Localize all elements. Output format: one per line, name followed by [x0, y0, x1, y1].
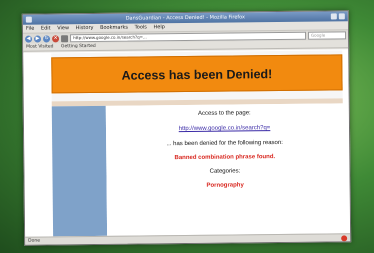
menu-tools[interactable]: Tools — [135, 24, 147, 30]
category-value: Pornography — [206, 182, 244, 189]
menu-edit[interactable]: Edit — [41, 25, 51, 31]
bookmark-most-visited[interactable]: Most Visited — [26, 44, 53, 49]
status-alert-icon — [341, 235, 348, 242]
back-icon[interactable]: ◀ — [25, 35, 33, 43]
menu-help[interactable]: Help — [153, 24, 164, 30]
stop-icon[interactable]: ✕ — [52, 34, 60, 42]
access-label: Access to the page: — [197, 110, 251, 117]
categories-label: Categories: — [209, 168, 241, 175]
minimize-icon[interactable] — [330, 13, 337, 20]
menu-history[interactable]: History — [76, 25, 94, 31]
status-text: Done — [28, 238, 41, 244]
browser-window: DansGuardian - Access Denied! - Mozilla … — [21, 10, 352, 246]
denied-text: ... has been denied for the following re… — [166, 139, 283, 148]
search-input[interactable]: Google — [307, 31, 347, 40]
main-message: Access to the page: http://www.google.co… — [105, 103, 345, 236]
menu-view[interactable]: View — [57, 25, 69, 31]
reload-icon[interactable]: ↻ — [43, 34, 51, 42]
home-icon[interactable] — [61, 34, 69, 42]
denial-reason: Banned combination phrase found. — [174, 154, 276, 162]
banner-area: Access has been Denied! — [51, 50, 343, 102]
left-sidebar — [51, 105, 108, 237]
page-content: Access has been Denied! Access to the pa… — [23, 49, 351, 237]
denied-banner: Access has been Denied! — [51, 54, 343, 94]
blocked-url-link[interactable]: http://www.google.co.in/search?q= — [106, 123, 343, 133]
window-menu-icon[interactable] — [25, 16, 32, 23]
forward-icon[interactable]: ▶ — [34, 35, 42, 43]
window-title: DansGuardian - Access Denied! - Mozilla … — [125, 14, 246, 22]
bookmark-getting-started[interactable]: Getting Started — [61, 44, 96, 49]
menu-bookmarks[interactable]: Bookmarks — [100, 25, 128, 31]
close-icon[interactable] — [338, 13, 345, 20]
menu-file[interactable]: File — [26, 26, 34, 32]
